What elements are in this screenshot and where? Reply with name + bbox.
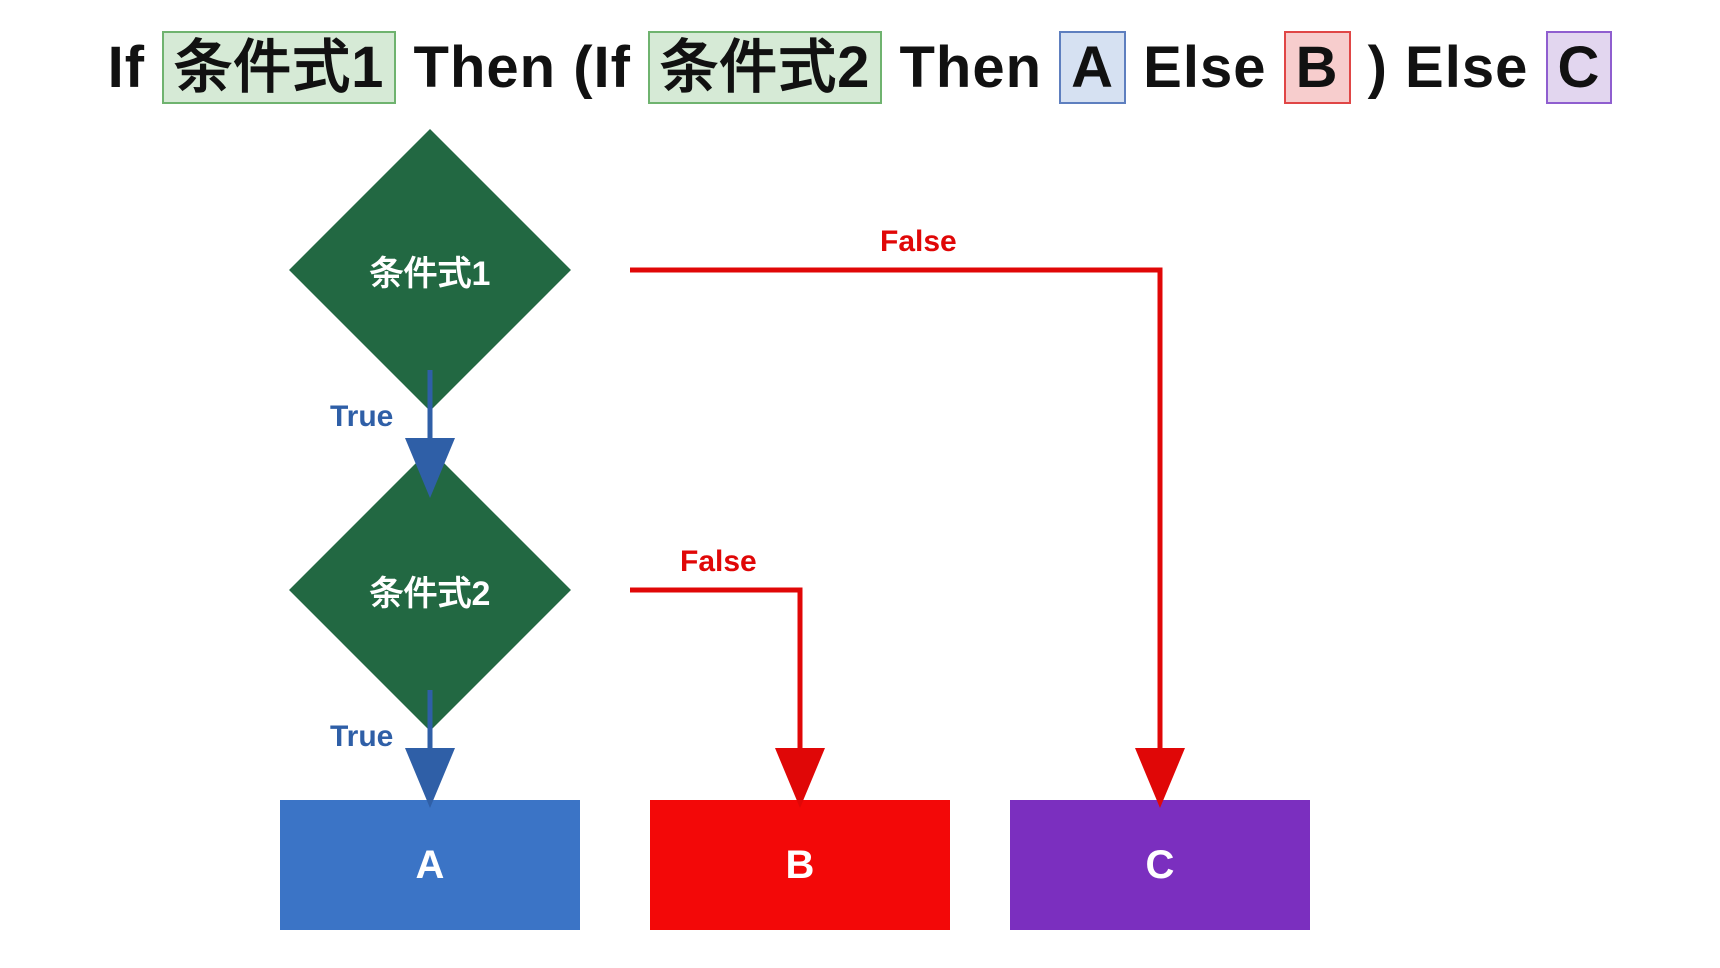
process-a: A [280, 800, 580, 930]
process-a-label: A [416, 843, 445, 888]
label-d1-true: True [330, 400, 393, 434]
label-d2-false: False [680, 545, 757, 579]
label-d1-false: False [880, 225, 957, 259]
decision-cond2-label: 条件式2 [230, 490, 630, 690]
hl-c: C [1546, 31, 1613, 105]
process-c-label: C [1146, 843, 1175, 888]
hl-a: A [1059, 31, 1126, 105]
process-c: C [1010, 800, 1310, 930]
kw-then-open: Then (If [414, 34, 631, 101]
decision-cond1-label: 条件式1 [230, 170, 630, 370]
decision-cond2: 条件式2 [230, 490, 630, 690]
hl-b: B [1284, 31, 1351, 105]
process-b: B [650, 800, 950, 930]
process-b-label: B [786, 843, 815, 888]
kw-else2: Else [1143, 34, 1266, 101]
kw-if: If [108, 34, 145, 101]
hl-cond1: 条件式1 [162, 31, 396, 105]
kw-close-else: ) Else [1368, 34, 1529, 101]
kw-then2: Then [899, 34, 1042, 101]
expression-title: If 条件式1 Then (If 条件式2 Then A Else B ) El… [0, 30, 1720, 104]
label-d2-true: True [330, 720, 393, 754]
edge-d2-false [630, 590, 800, 798]
edge-d1-false [630, 270, 1160, 798]
hl-cond2: 条件式2 [648, 31, 882, 105]
diagram-stage: If 条件式1 Then (If 条件式2 Then A Else B ) El… [0, 0, 1720, 968]
decision-cond1: 条件式1 [230, 170, 630, 370]
